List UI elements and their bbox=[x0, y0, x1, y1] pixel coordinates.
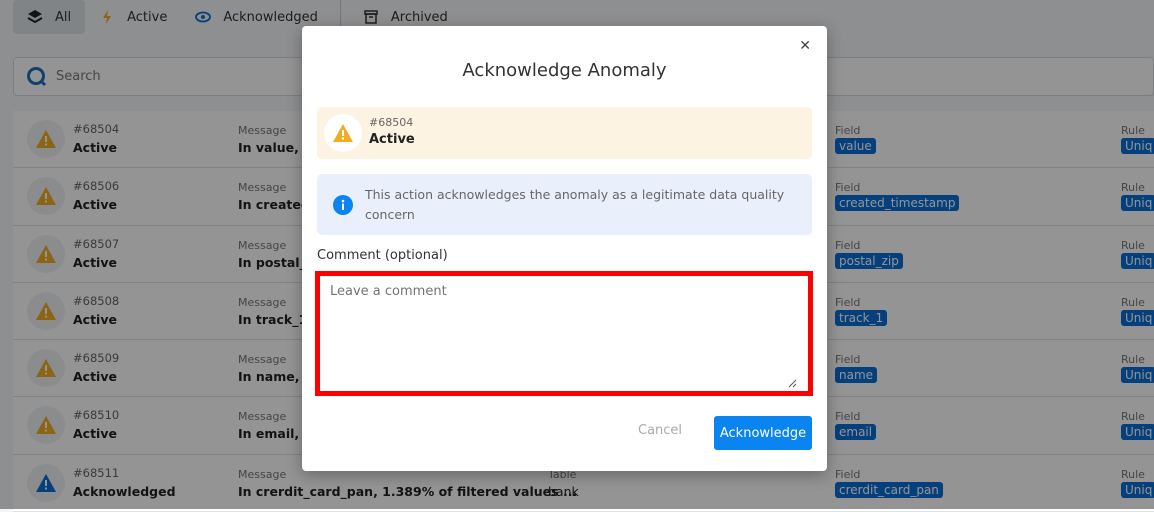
info-icon bbox=[333, 195, 353, 215]
resize-handle-icon[interactable] bbox=[787, 378, 797, 388]
info-banner: This action acknowledges the anomaly as … bbox=[317, 174, 812, 235]
anomaly-summary: #68504 Active bbox=[317, 107, 812, 159]
close-icon[interactable]: ✕ bbox=[799, 38, 811, 54]
acknowledge-dialog: ✕ Acknowledge Anomaly #68504 Active This… bbox=[302, 26, 827, 471]
acknowledge-button[interactable]: Acknowledge bbox=[714, 416, 812, 450]
anomaly-status: Active bbox=[369, 132, 415, 147]
comment-textarea[interactable] bbox=[315, 271, 813, 396]
dialog-title: Acknowledge Anomaly bbox=[462, 60, 667, 81]
warning-icon bbox=[333, 124, 353, 142]
anomaly-id: #68504 bbox=[369, 116, 414, 129]
info-text: This action acknowledges the anomaly as … bbox=[365, 187, 785, 222]
cancel-button[interactable]: Cancel bbox=[638, 423, 682, 438]
comment-label: Comment (optional) bbox=[317, 248, 448, 263]
avatar bbox=[324, 114, 362, 152]
